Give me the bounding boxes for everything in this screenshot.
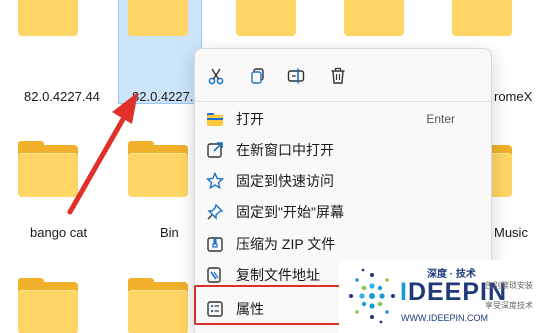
watermark-slogan: 享受深度技术 [485, 301, 533, 310]
menu-separator [195, 101, 491, 102]
pin-icon [207, 203, 224, 220]
rename-button[interactable] [283, 63, 309, 89]
menu-item-shortcut: Enter [426, 111, 455, 126]
menu-item-label: 打开 [236, 110, 264, 127]
menu-item-label: 固定到快速访问 [236, 172, 334, 189]
menu-item-open-new-window[interactable]: 在新窗口中打开 [195, 134, 493, 165]
menu-item-open[interactable]: 打开 Enter [195, 103, 493, 134]
menu-item-label: 复制文件地址 [236, 266, 320, 283]
highlight-box [194, 285, 344, 325]
copy-button[interactable] [245, 63, 271, 89]
menu-item-pin-start[interactable]: 固定到"开始"屏幕 [195, 196, 493, 227]
menu-item-label: 固定到"开始"屏幕 [236, 203, 344, 220]
open-new-window-icon [207, 142, 223, 158]
watermark-url: WWW.IDEEPIN.COM [401, 313, 488, 323]
folder-open-icon [207, 113, 223, 126]
copy-icon [251, 68, 264, 84]
watermark-slogan: 告别繁琐安装 [485, 281, 533, 290]
cut-icon [208, 68, 224, 85]
delete-icon [331, 67, 345, 84]
rename-icon [287, 68, 305, 84]
menu-item-label: 在新窗口中打开 [236, 141, 334, 158]
menu-item-pin-quick-access[interactable]: 固定到快速访问 [195, 165, 493, 196]
menu-item-compress-zip[interactable]: 压缩为 ZIP 文件 [195, 228, 493, 259]
watermark: 深度 · 技术 IDEEPIN 告别繁琐安装 享受深度技术 WWW.IDEEPI… [339, 260, 549, 333]
copy-path-icon [207, 267, 221, 283]
delete-button[interactable] [325, 63, 351, 89]
cut-button[interactable] [203, 63, 229, 89]
menu-item-label: 压缩为 ZIP 文件 [236, 235, 336, 252]
zip-icon [207, 237, 223, 252]
star-icon [206, 172, 224, 190]
ideepin-logo-icon [349, 268, 395, 324]
